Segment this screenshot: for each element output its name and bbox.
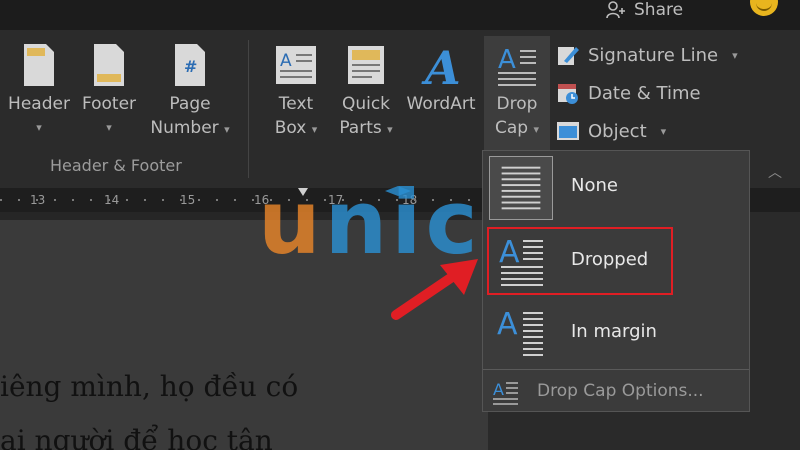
group-separator [248,40,249,178]
object-icon [557,122,579,140]
text-box-icon: A [276,46,316,84]
text-box-label-1: Text [278,94,314,114]
page-number-label-1: Page [169,94,211,114]
quick-parts-dropdown-caret: ▾ [387,123,393,136]
footer-icon [94,44,124,86]
footer-button[interactable]: Footer ▾ [78,42,140,140]
date-time-button[interactable]: Date & Time [556,78,701,108]
signature-line-icon [558,47,579,65]
footer-dropdown-caret: ▾ [106,121,112,134]
document-text-line: ai người để học tận [0,424,273,450]
svg-text:A: A [498,45,516,75]
svg-text:A: A [280,51,292,71]
drop-cap-in-margin-icon: A [497,307,543,356]
share-label: Share [634,0,684,20]
wordart-label: WordArt [406,94,476,114]
header-label: Header [8,94,70,114]
drop-cap-options-icon: A [493,380,518,405]
object-label: Object [588,120,647,142]
document-text-line: iêng mình, họ đều có [0,370,299,403]
signature-line-label: Signature Line [588,44,719,66]
page-number-dropdown-caret: ▾ [224,123,230,136]
date-time-label: Date & Time [588,82,701,104]
drop-cap-in-margin-item[interactable]: A In margin [483,297,749,369]
svg-text:A: A [497,307,518,342]
add-person-icon [606,1,626,19]
drop-cap-options-label: Drop Cap Options... [537,381,704,401]
signature-line-button[interactable]: Signature Line ▾ [556,40,738,70]
drop-cap-button[interactable]: A Drop Cap ▾ [484,36,550,160]
page-number-icon: # [175,44,205,86]
drop-cap-none-icon [489,156,553,220]
share-button[interactable]: Share [606,0,683,20]
header-button[interactable]: Header ▾ [6,42,72,140]
collapse-ribbon-chevron-icon[interactable]: ︿ [768,162,782,182]
drop-cap-options-item[interactable]: A Drop Cap Options... [483,373,749,411]
quick-parts-icon [348,46,384,84]
text-box-dropdown-caret: ▾ [311,123,318,136]
quick-parts-label-1: Quick [341,94,391,114]
header-icon [24,44,54,86]
menu-separator [483,369,749,370]
object-dropdown-caret: ▾ [660,124,667,138]
page-number-button[interactable]: # Page Number ▾ [146,42,234,142]
svg-text:#: # [184,57,197,76]
highlight-box [487,227,673,295]
header-dropdown-caret: ▾ [36,121,42,134]
drop-cap-in-margin-label: In margin [571,321,657,342]
page-number-label-2: Number ▾ [150,118,230,138]
text-box-label-2: Box ▾ [274,118,318,138]
signature-line-dropdown-caret: ▾ [732,48,738,62]
wordart-icon: A [421,42,461,88]
footer-label: Footer [81,94,137,114]
svg-text:A: A [421,42,461,88]
header-footer-group-label: Header & Footer [50,156,182,175]
object-button[interactable]: Object ▾ [556,116,666,146]
drop-cap-none-label: None [571,175,618,196]
wordart-button[interactable]: A WordArt [402,42,480,116]
svg-text:A: A [493,380,504,399]
drop-cap-label-1: Drop [496,94,538,114]
drop-cap-icon: A [498,45,536,86]
drop-cap-none-item[interactable]: None [483,151,749,223]
drop-cap-label-2: Cap ▾ [494,118,540,138]
quick-parts-button[interactable]: Quick Parts ▾ [334,42,398,142]
quick-parts-label-2: Parts ▾ [339,118,393,138]
text-box-button[interactable]: A Text Box ▾ [266,42,326,142]
drop-cap-dropdown-caret: ▾ [533,123,540,136]
pointer-arrow-icon [391,259,478,320]
calendar-clock-icon [558,84,578,104]
